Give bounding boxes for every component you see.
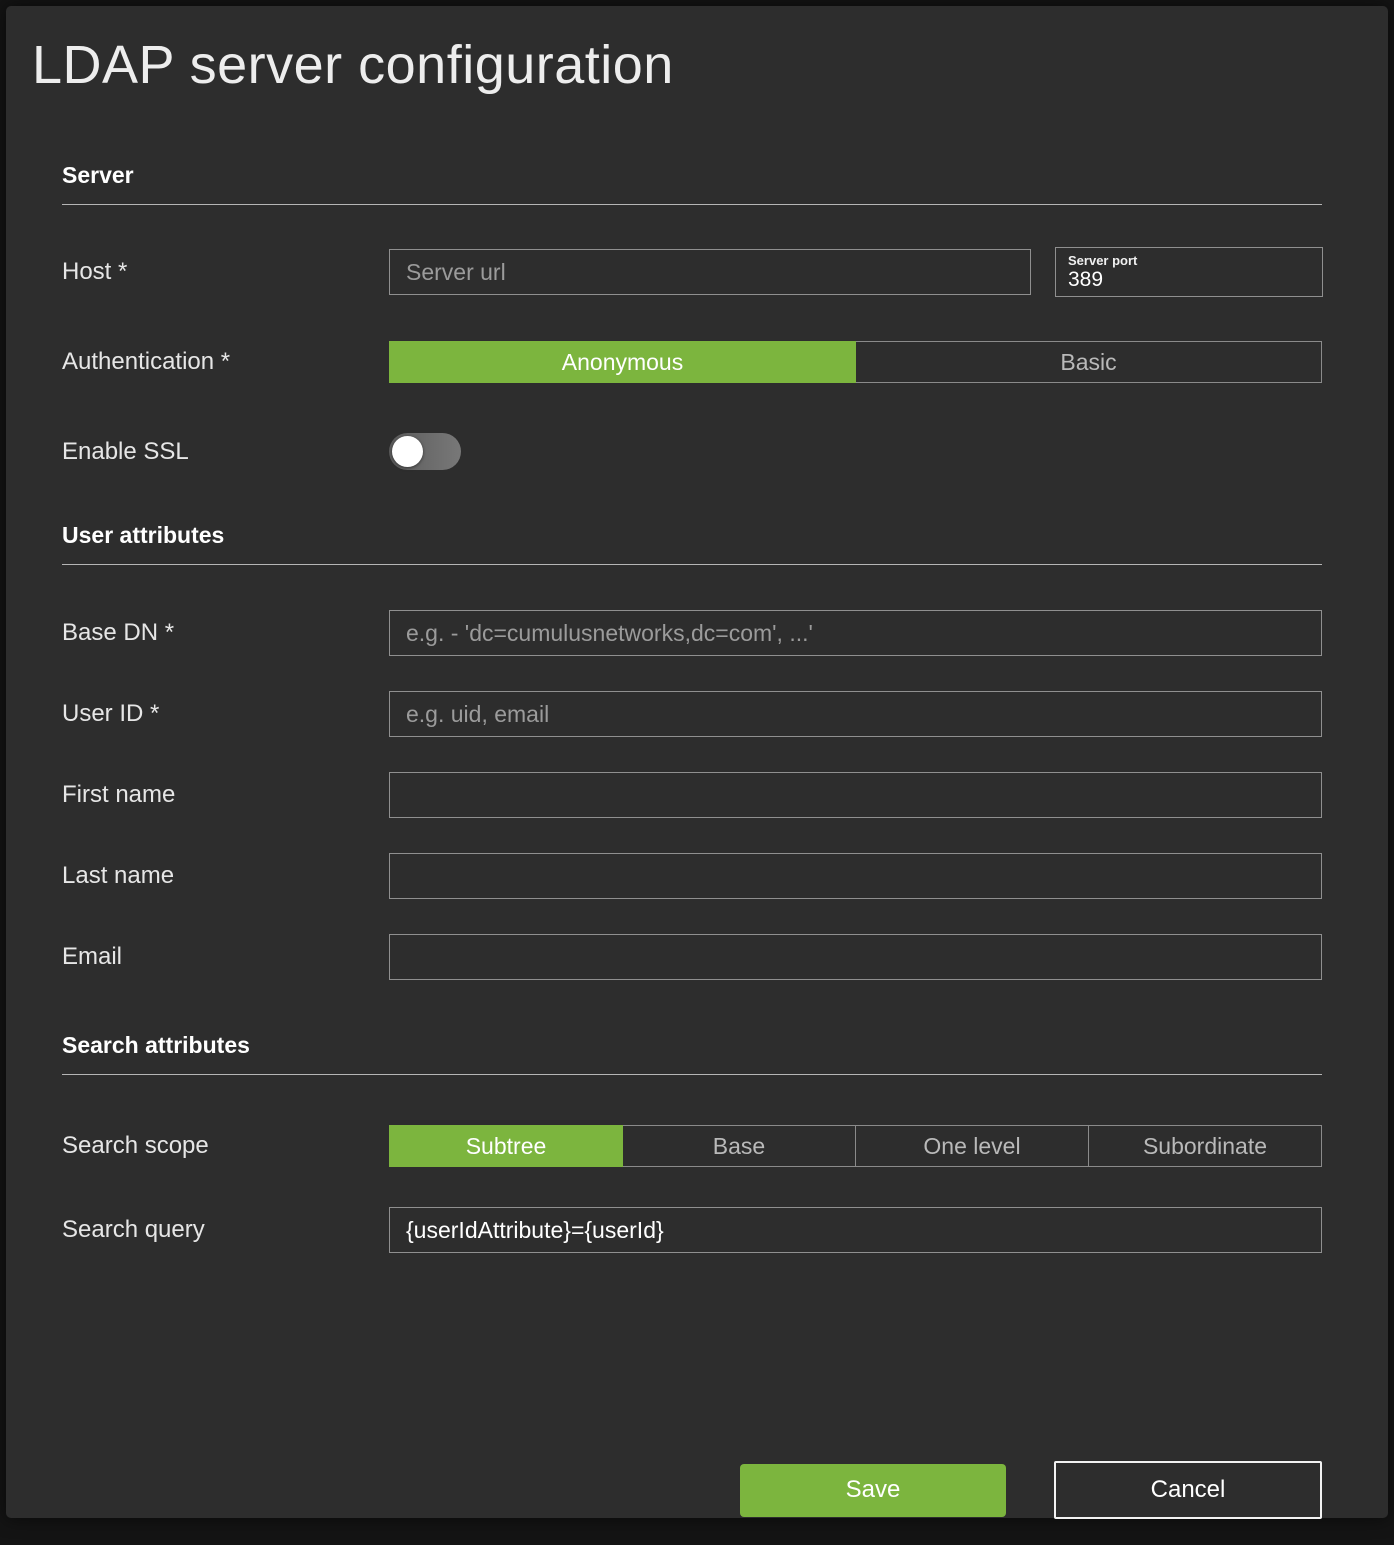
search-query-row: Search query [62, 1207, 1322, 1253]
auth-anonymous-button[interactable]: Anonymous [389, 341, 856, 383]
dialog-content: Server Host * Server port Authentication… [6, 162, 1388, 1545]
section-heading-user-attributes: User attributes [62, 522, 1322, 565]
server-port-field[interactable]: Server port [1055, 247, 1323, 297]
authentication-label: Authentication * [62, 348, 389, 376]
base-dn-label: Base DN * [62, 619, 389, 647]
server-port-input[interactable] [1068, 268, 1310, 292]
email-label: Email [62, 943, 389, 971]
authentication-controls: Anonymous Basic [389, 341, 1322, 383]
user-id-row: User ID * [62, 691, 1322, 737]
search-scope-segmented-control: Subtree Base One level Subordinate [389, 1125, 1322, 1167]
cancel-button[interactable]: Cancel [1054, 1461, 1322, 1519]
user-id-input[interactable] [389, 691, 1322, 737]
last-name-label: Last name [62, 862, 389, 890]
host-input[interactable] [389, 249, 1031, 295]
base-dn-row: Base DN * [62, 610, 1322, 656]
dialog-footer: Save Cancel [62, 1461, 1322, 1545]
enable-ssl-row: Enable SSL [62, 433, 1322, 470]
search-scope-label: Search scope [62, 1132, 389, 1160]
save-button[interactable]: Save [740, 1464, 1006, 1517]
last-name-row: Last name [62, 853, 1322, 899]
first-name-row: First name [62, 772, 1322, 818]
ldap-config-dialog: LDAP server configuration Server Host * … [6, 6, 1388, 1518]
email-input[interactable] [389, 934, 1322, 980]
search-scope-row: Search scope Subtree Base One level Subo… [62, 1125, 1322, 1167]
enable-ssl-label: Enable SSL [62, 438, 389, 466]
first-name-label: First name [62, 781, 389, 809]
section-heading-search-attributes: Search attributes [62, 1032, 1322, 1075]
base-dn-input[interactable] [389, 610, 1322, 656]
first-name-input[interactable] [389, 772, 1322, 818]
scope-base-button[interactable]: Base [622, 1125, 856, 1167]
authentication-segmented-control: Anonymous Basic [389, 341, 1322, 383]
enable-ssl-toggle[interactable] [389, 433, 461, 470]
scope-one-level-button[interactable]: One level [855, 1125, 1089, 1167]
server-port-label: Server port [1068, 253, 1310, 268]
host-row: Host * Server port [62, 247, 1322, 297]
user-id-label: User ID * [62, 700, 389, 728]
email-row: Email [62, 934, 1322, 980]
auth-basic-button[interactable]: Basic [855, 341, 1322, 383]
section-heading-server: Server [62, 162, 1322, 205]
host-label: Host * [62, 258, 389, 286]
enable-ssl-controls [389, 433, 1322, 470]
host-controls: Server port [389, 247, 1323, 297]
scope-subtree-button[interactable]: Subtree [389, 1125, 623, 1167]
scope-subordinate-button[interactable]: Subordinate [1088, 1125, 1322, 1167]
authentication-row: Authentication * Anonymous Basic [62, 341, 1322, 383]
last-name-input[interactable] [389, 853, 1322, 899]
page-title: LDAP server configuration [32, 34, 1388, 96]
toggle-knob-icon [392, 436, 423, 467]
search-query-label: Search query [62, 1216, 389, 1244]
search-query-input[interactable] [389, 1207, 1322, 1253]
